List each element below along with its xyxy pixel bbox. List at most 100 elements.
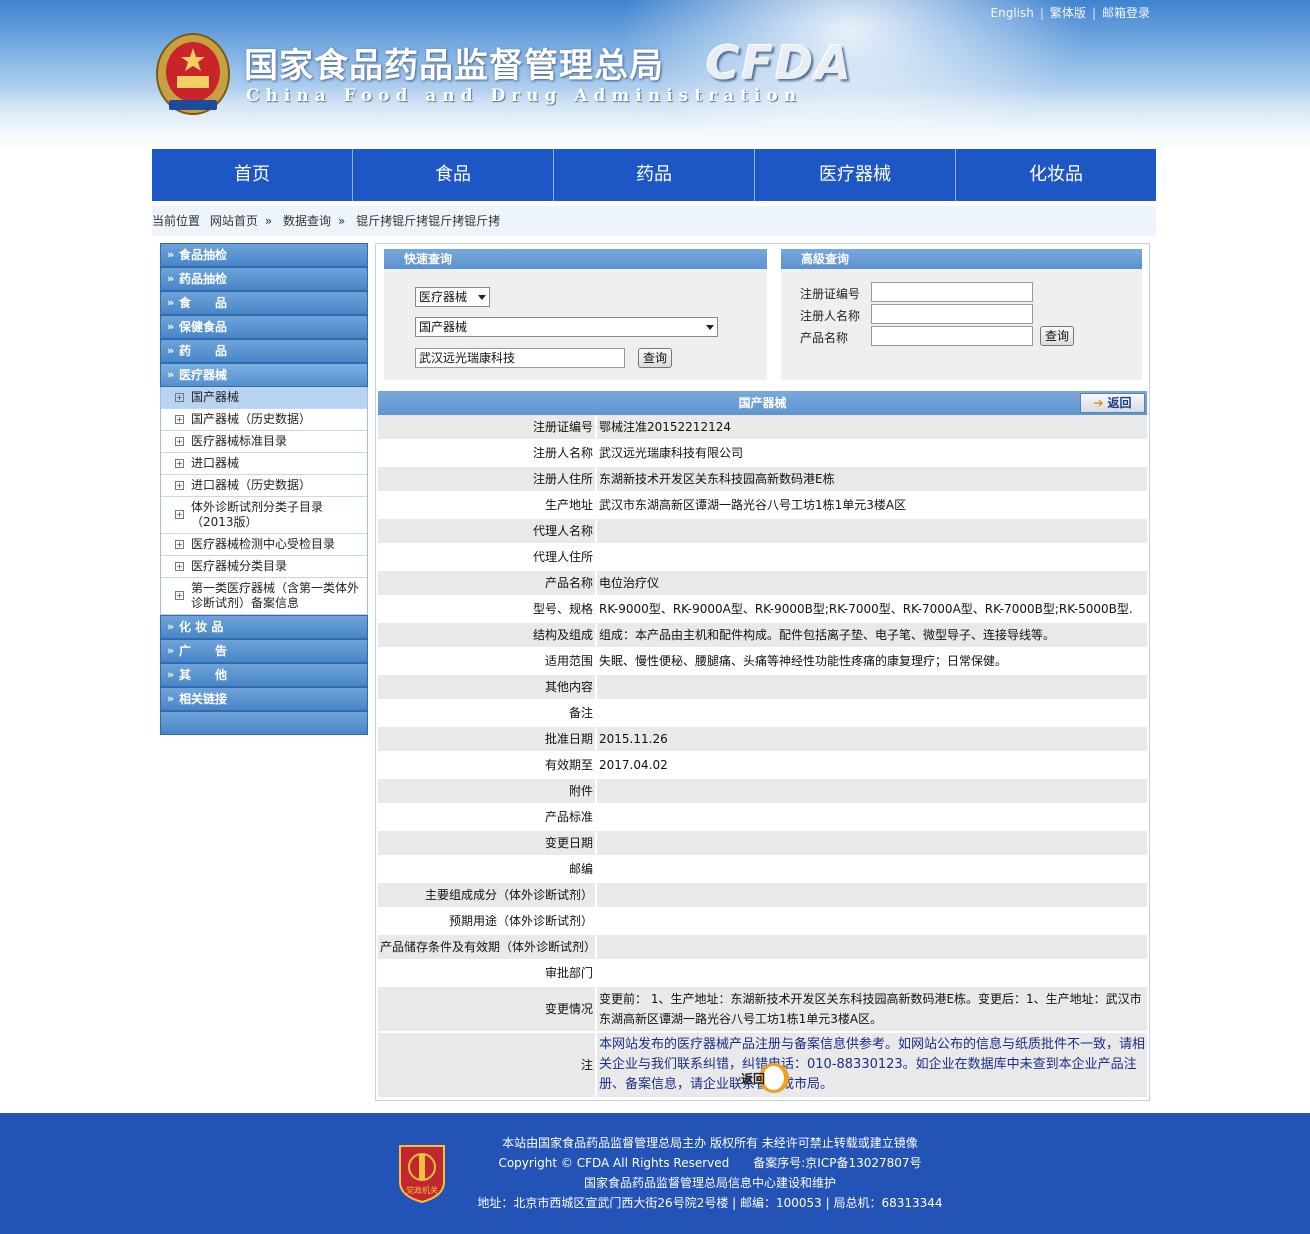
registration-no-label: 注册证编号	[800, 287, 861, 301]
quick-search-button[interactable]: 查询	[638, 348, 672, 368]
nav-medical-device[interactable]: 医疗器械	[755, 149, 956, 201]
detail-field-value: 电位治疗仪	[596, 570, 1147, 597]
national-emblem-icon	[156, 33, 230, 115]
breadcrumb-current: 锟斤拷锟斤拷锟斤拷锟斤拷	[356, 214, 501, 228]
detail-field-value	[596, 830, 1147, 857]
back-button-top[interactable]: ➔ 返回	[1080, 393, 1145, 413]
category-select[interactable]: 医疗器械	[415, 287, 490, 307]
submenu-class1-filing[interactable]: + 第一类医疗器械（含第一类体外诊断试剂）备案信息	[161, 578, 367, 615]
sidebar-item-advertising[interactable]: » 广 告	[160, 639, 368, 663]
registration-no-input[interactable]	[871, 282, 1033, 302]
double-chevron-icon: »	[167, 692, 175, 705]
expand-plus-icon: +	[175, 436, 184, 446]
sidebar-item-label: 食 品	[179, 296, 228, 310]
detail-row: 主要组成成分（体外诊断试剂）	[378, 882, 1147, 909]
detail-table: 注册证编号 鄂械注准20152212124 注册人名称 武汉远光瑞康科技有限公司 注册人…	[378, 415, 1147, 1099]
submenu-label: 第一类医疗器械（含第一类体外诊断试剂）备案信息	[191, 581, 360, 610]
sidebar-item-health-food[interactable]: » 保健食品	[160, 315, 368, 339]
expand-plus-icon: +	[175, 539, 184, 549]
registrant-name-input[interactable]	[871, 304, 1033, 324]
advanced-search-button[interactable]: 查询	[1040, 326, 1074, 346]
detail-field-label: 主要组成成分（体外诊断试剂）	[378, 882, 597, 909]
detail-field-label: 注	[378, 1032, 597, 1099]
nav-drug[interactable]: 药品	[554, 149, 755, 201]
dropdown-arrow-icon	[706, 325, 714, 330]
top-links: English | 繁体版 | 邮箱登录	[990, 6, 1150, 20]
sidebar-item-related-links[interactable]: » 相关链接	[160, 687, 368, 711]
detail-row: 邮编	[378, 856, 1147, 883]
detail-field-label: 邮编	[378, 856, 597, 883]
submenu-label: 国产器械	[191, 390, 240, 404]
arrow-right-icon: ➔	[1093, 396, 1104, 410]
keyword-input[interactable]: 武汉远光瑞康科技	[415, 348, 625, 368]
sidebar-item-drug[interactable]: » 药 品	[160, 339, 368, 363]
category-select-value: 医疗器械	[419, 290, 468, 304]
detail-field-label: 产品储存条件及有效期（体外诊断试剂）	[378, 934, 597, 961]
dropdown-arrow-icon	[478, 295, 486, 300]
submenu-label: 医疗器械分类目录	[191, 559, 288, 573]
double-chevron-icon: »	[167, 668, 175, 681]
detail-field-label: 型号、规格	[378, 596, 597, 623]
quick-search-title: 快速查询	[384, 249, 767, 269]
sidebar-item-label: 广 告	[179, 644, 228, 658]
english-link[interactable]: English	[991, 6, 1034, 20]
product-name-input[interactable]	[871, 326, 1033, 346]
sidebar-item-other[interactable]: » 其 他	[160, 663, 368, 687]
breadcrumb-home[interactable]: 网站首页	[210, 214, 258, 228]
badge-text: 党政机关	[406, 1185, 438, 1195]
submenu-device-standards[interactable]: + 医疗器械标准目录	[161, 431, 367, 453]
sidebar-item-medical-device[interactable]: » 医疗器械	[160, 363, 368, 387]
site-footer: 党政机关 本站由国家食品药品监督管理总局主办 版权所有 未经许可禁止转载或建立镜…	[0, 1113, 1310, 1234]
sidebar-footer-bar	[160, 711, 368, 735]
nav-food[interactable]: 食品	[353, 149, 554, 201]
detail-field-value	[596, 908, 1147, 935]
expand-plus-icon: +	[175, 458, 184, 468]
back-button-bottom-label: 返回	[741, 1072, 766, 1086]
submenu-label: 医疗器械检测中心受检目录	[191, 537, 336, 551]
detail-field-value	[596, 778, 1147, 805]
breadcrumb-data-query[interactable]: 数据查询	[283, 214, 331, 228]
detail-row: 变更日期	[378, 830, 1147, 857]
footer-line-sponsor: 本站由国家食品药品监督管理总局主办 版权所有 未经许可禁止转载或建立镜像	[502, 1136, 918, 1150]
double-chevron-icon: »	[167, 368, 175, 381]
sidebar-item-cosmetics[interactable]: » 化 妆 品	[160, 615, 368, 639]
submenu-domestic-device-history[interactable]: + 国产器械（历史数据）	[161, 409, 367, 431]
detail-field-label: 产品标准	[378, 804, 597, 831]
double-chevron-icon: »	[167, 320, 175, 333]
mail-login-link[interactable]: 邮箱登录	[1102, 6, 1150, 20]
nav-cosmetics[interactable]: 化妆品	[956, 149, 1156, 201]
submenu-ivd-catalog[interactable]: + 体外诊断试剂分类子目录（2013版）	[161, 497, 367, 534]
submenu-testing-center[interactable]: + 医疗器械检测中心受检目录	[161, 534, 367, 556]
detail-row: 其他内容	[378, 674, 1147, 701]
site-abbr-logo: CFDA	[706, 36, 853, 90]
main-nav: 首页 食品 药品 医疗器械 化妆品	[152, 149, 1156, 201]
detail-row: 批准日期 2015.11.26	[378, 726, 1147, 753]
back-button-label: 返回	[1107, 396, 1132, 410]
double-chevron-icon: »	[167, 644, 175, 657]
expand-plus-icon: +	[175, 561, 184, 571]
sidebar-item-drug-sampling[interactable]: » 药品抽检	[160, 267, 368, 291]
submenu-imported-device[interactable]: + 进口器械	[161, 453, 367, 475]
submenu-classification[interactable]: + 医疗器械分类目录	[161, 556, 367, 578]
nav-home[interactable]: 首页	[152, 149, 353, 201]
breadcrumb: 当前位置 网站首页 » 数据查询 » 锟斤拷锟斤拷锟斤拷锟斤拷	[152, 206, 1156, 236]
double-chevron-icon: »	[167, 296, 175, 309]
detail-field-value	[596, 934, 1147, 961]
submenu-domestic-device[interactable]: + 国产器械	[161, 387, 367, 409]
sidebar-item-label: 保健食品	[179, 320, 228, 334]
database-select-value: 国产器械	[419, 320, 468, 334]
sidebar-item-food-sampling[interactable]: » 食品抽检	[160, 243, 368, 267]
detail-row: 产品名称 电位治疗仪	[378, 570, 1147, 597]
database-select[interactable]: 国产器械	[415, 317, 718, 337]
detail-header: 国产器械 ➔ 返回	[378, 391, 1147, 415]
footer-text: 本站由国家食品药品监督管理总局主办 版权所有 未经许可禁止转载或建立镜像 Cop…	[460, 1133, 960, 1213]
traditional-link[interactable]: 繁体版	[1050, 6, 1086, 20]
detail-field-label: 审批部门	[378, 960, 597, 987]
footer-line-copyright: Copyright © CFDA All Rights Reserved 备案序…	[498, 1156, 922, 1170]
sidebar-item-food[interactable]: » 食 品	[160, 291, 368, 315]
detail-row: 型号、规格 RK-9000型、RK-9000A型、RK-9000B型;RK-700…	[378, 596, 1147, 623]
submenu-imported-device-history[interactable]: + 进口器械（历史数据）	[161, 475, 367, 497]
detail-field-label: 附件	[378, 778, 597, 805]
detail-field-label: 适用范围	[378, 648, 597, 675]
back-button-bottom[interactable]: 返回	[739, 1061, 789, 1095]
